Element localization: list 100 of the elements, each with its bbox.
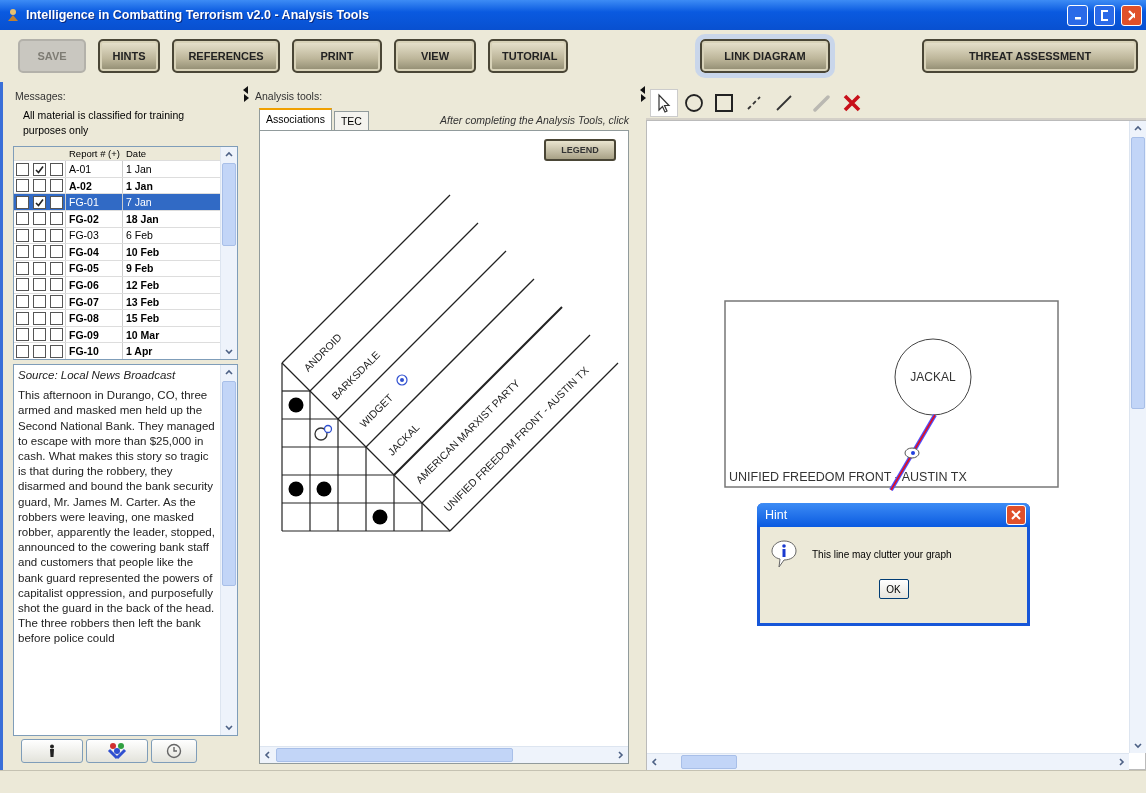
table-row[interactable]: A-01 1 Jan — [14, 160, 220, 177]
checkbox[interactable] — [33, 162, 46, 176]
vertical-scrollbar[interactable] — [220, 365, 237, 735]
checkbox[interactable] — [33, 261, 46, 275]
query-marker-icon[interactable] — [314, 424, 333, 441]
info-icon — [770, 539, 798, 569]
checkbox[interactable] — [50, 162, 63, 176]
checkbox[interactable] — [50, 212, 63, 226]
table-row[interactable]: FG-06 12 Feb — [14, 276, 220, 293]
clock-icon[interactable] — [166, 743, 182, 759]
checkbox[interactable] — [50, 261, 63, 275]
toolbar-button[interactable]: TUTORIAL — [488, 39, 568, 73]
table-cell: FG-06 — [65, 277, 122, 293]
group-label: Messages: — [15, 90, 67, 102]
table-row[interactable]: FG-05 9 Feb — [14, 259, 220, 277]
minimize-button[interactable] — [1067, 4, 1088, 26]
horizontal-scrollbar[interactable] — [647, 753, 1129, 770]
table-cell: FG-08 — [65, 310, 122, 326]
checkbox[interactable] — [33, 295, 46, 308]
checkbox[interactable] — [33, 245, 46, 259]
checkbox[interactable] — [16, 162, 29, 176]
collapse-arrows-icon[interactable] — [242, 86, 249, 102]
checkbox[interactable] — [33, 179, 46, 193]
checkbox[interactable] — [16, 195, 29, 209]
collapse-arrows-icon[interactable] — [639, 86, 646, 102]
checkbox[interactable] — [16, 311, 29, 325]
ok-button[interactable]: OK — [878, 579, 909, 599]
table-row[interactable]: FG-01 7 Jan — [14, 193, 220, 210]
checkbox[interactable] — [33, 195, 46, 209]
pointer-icon[interactable] — [650, 89, 678, 117]
checkbox[interactable] — [16, 278, 29, 292]
message-text: This afternoon in Durango, CO, three armed and masked men held up the Second National Bank. They managed to escape with more than $25,000 in cash. What makes this story so tragic is that during the robbery, they disarmed and bound the bank security guard, Mr. James M. Carter. As the robbers were leaving, one masked robber, apparently the leader, stopped, announced to the cowering bank staff and customers that people like the bank guard represented the powers of capitalist oppression, and purposefully shot the guard in the back of the head. The three robbers then left the bank before police could — [18, 388, 216, 647]
checkbox[interactable] — [16, 261, 29, 275]
checkbox[interactable] — [33, 328, 46, 342]
toolbar-button[interactable]: REFERENCES — [172, 39, 280, 73]
checkbox[interactable] — [50, 328, 63, 342]
checkbox[interactable] — [33, 311, 46, 325]
association-dot[interactable] — [316, 481, 332, 497]
tab[interactable]: TEC — [333, 111, 369, 130]
checkbox[interactable] — [50, 228, 63, 242]
person-button[interactable] — [21, 739, 83, 763]
checkbox[interactable] — [16, 179, 29, 193]
table-row[interactable]: FG-07 13 Feb — [14, 292, 220, 310]
scroll-thumb[interactable] — [681, 755, 737, 769]
checkbox[interactable] — [16, 295, 29, 308]
toolbar-button[interactable]: PRINT — [292, 39, 382, 73]
column-header[interactable]: Date — [122, 148, 220, 160]
checkbox[interactable] — [33, 228, 46, 242]
tab[interactable]: Associations — [259, 108, 332, 130]
maximize-button[interactable] — [1094, 4, 1115, 26]
vertical-scrollbar[interactable] — [220, 147, 237, 359]
toolbar-button[interactable]: VIEW — [394, 39, 476, 73]
checkbox[interactable] — [16, 328, 29, 342]
checkbox[interactable] — [16, 344, 29, 358]
node-circle[interactable] — [894, 338, 972, 416]
checkbox[interactable] — [50, 295, 63, 308]
table-cell: FG-01 — [65, 194, 122, 210]
clock-button[interactable] — [151, 739, 197, 763]
association-dot[interactable] — [372, 509, 388, 525]
toolbar-button[interactable]: THREAT ASSESSMENT — [922, 39, 1138, 73]
group-button[interactable] — [86, 739, 148, 763]
checkbox[interactable] — [50, 245, 63, 259]
association-dot[interactable] — [288, 481, 304, 497]
checkbox[interactable] — [50, 278, 63, 292]
scroll-thumb[interactable] — [222, 381, 236, 586]
checkbox[interactable] — [50, 195, 63, 209]
table-row[interactable]: FG-08 15 Feb — [14, 309, 220, 326]
close-button[interactable] — [1121, 4, 1142, 26]
column-header[interactable]: Report # (+) — [65, 148, 122, 160]
table-row[interactable]: FG-04 10 Feb — [14, 243, 220, 260]
checkbox[interactable] — [50, 344, 63, 358]
table-row[interactable]: FG-03 6 Feb — [14, 226, 220, 244]
close-button[interactable] — [1006, 505, 1026, 525]
legend-button[interactable]: LEGEND — [544, 139, 616, 161]
association-dot[interactable] — [288, 397, 304, 413]
table-cell: A-01 — [65, 161, 122, 177]
checkbox[interactable] — [16, 228, 29, 242]
table-cell: FG-09 — [65, 326, 122, 343]
people-icon[interactable] — [107, 742, 127, 760]
person-icon[interactable] — [47, 744, 57, 758]
checkbox[interactable] — [33, 212, 46, 226]
maximize-icon[interactable] — [1101, 9, 1108, 21]
table-row[interactable]: FG-02 18 Jan — [14, 210, 220, 227]
toolbar-button[interactable]: HINTS — [98, 39, 160, 73]
table-row[interactable]: FG-10 1 Apr — [14, 342, 220, 359]
checkbox[interactable] — [33, 278, 46, 292]
group-label: UNIFIED FREEDOM FRONT - AUSTIN TX — [729, 470, 967, 484]
dialog-title: Hint — [765, 508, 789, 522]
vertical-scrollbar[interactable] — [1129, 121, 1146, 753]
notice-text: All material is classified for training purposes only — [22, 108, 186, 138]
scroll-thumb[interactable] — [1131, 137, 1145, 409]
table-row[interactable]: FG-09 10 Mar — [14, 325, 220, 343]
checkbox[interactable] — [50, 179, 63, 193]
checkbox[interactable] — [16, 212, 29, 226]
scroll-thumb[interactable] — [222, 163, 236, 246]
checkbox[interactable] — [33, 344, 46, 358]
scroll-thumb[interactable] — [276, 748, 514, 762]
horizontal-scrollbar[interactable] — [260, 746, 628, 763]
checkbox[interactable] — [50, 311, 63, 325]
checkbox[interactable] — [16, 245, 29, 259]
